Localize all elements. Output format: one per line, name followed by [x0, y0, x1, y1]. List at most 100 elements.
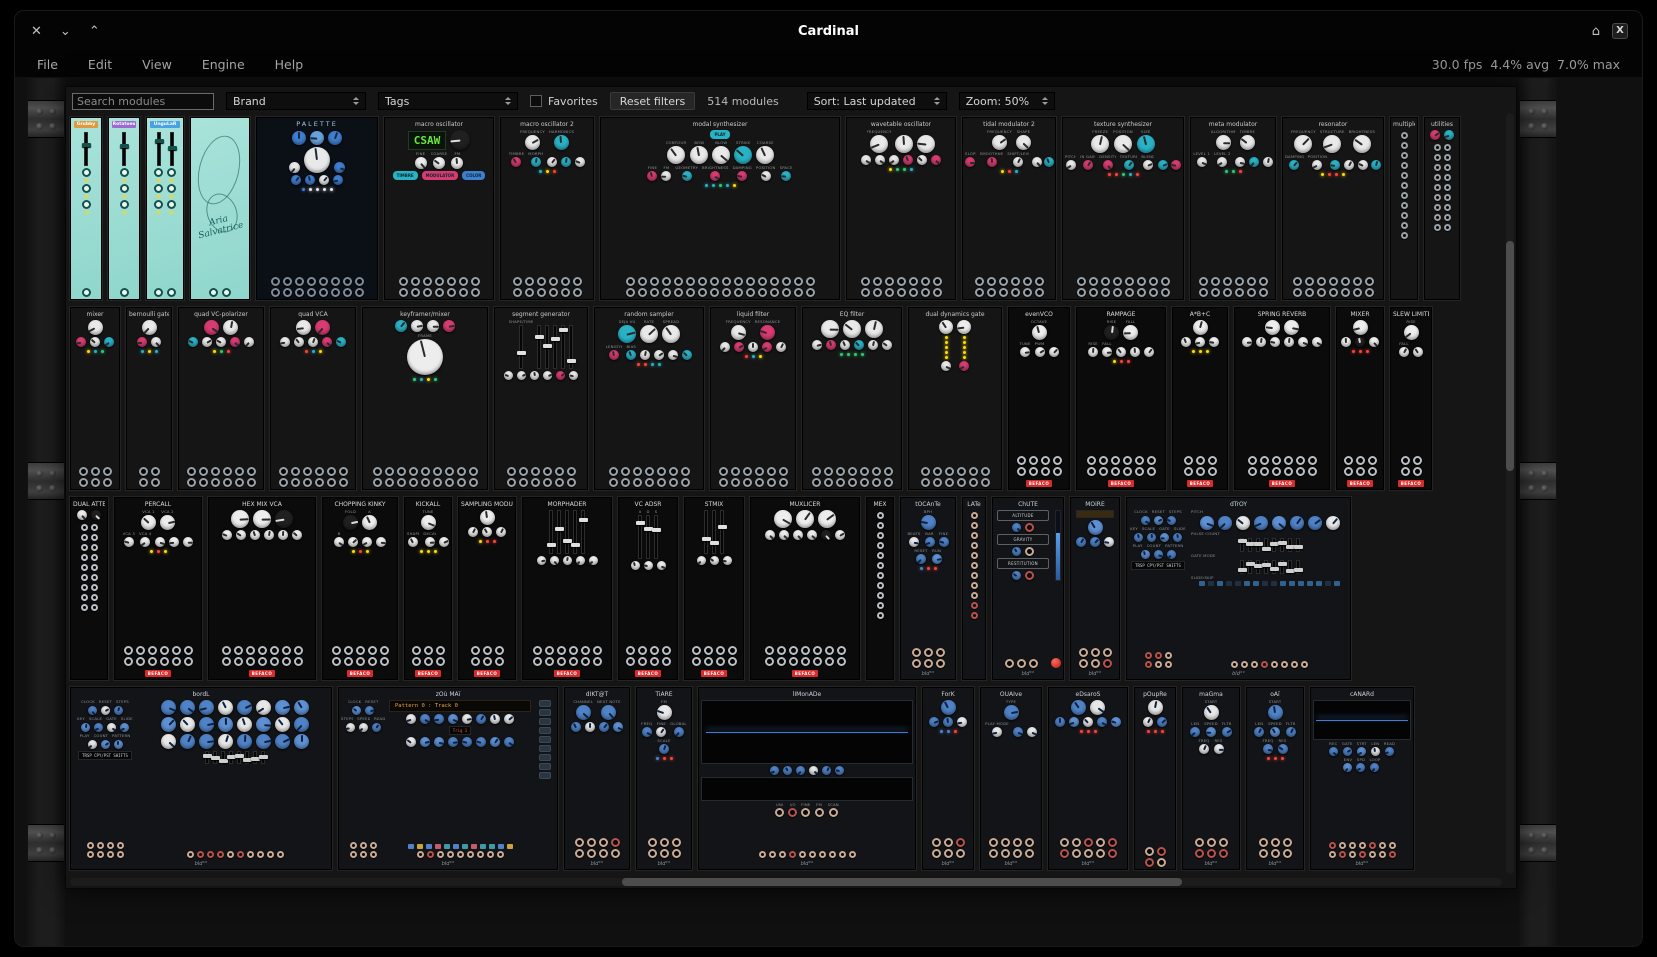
- port: [447, 288, 456, 297]
- module-card[interactable]: eDsaroSbId°°: [1048, 687, 1128, 870]
- module-card[interactable]: bordLCLOCKRESETSTEPSKEYSCALEGATESLIDEPLA…: [70, 687, 332, 870]
- port: [531, 478, 540, 487]
- module-card[interactable]: MEX: [866, 497, 894, 680]
- module-card[interactable]: Rotatoes: [108, 117, 140, 300]
- knob-cell: [1358, 160, 1368, 170]
- module-card[interactable]: SAMPLING MODULATORBEFACO: [458, 497, 516, 680]
- module-card[interactable]: RAMPAGERISEFALLRISEFALLBEFACO: [1076, 307, 1166, 490]
- module-card[interactable]: pOupRe: [1134, 687, 1176, 870]
- module-card[interactable]: zOù MAïCLOCKRESETSTEPSSPEEDREADPattern 0…: [338, 687, 558, 870]
- module-card[interactable]: keyframer/mixerFRAME: [362, 307, 488, 490]
- chevron-down-icon[interactable]: ⌄: [60, 25, 71, 38]
- module-card[interactable]: VC ADSRADSBEFACO: [618, 497, 678, 680]
- knob-pointer: [1171, 164, 1176, 167]
- module-card[interactable]: EQ filter: [802, 307, 902, 490]
- port: [1123, 467, 1132, 476]
- module-card[interactable]: MORPHADERBEFACO: [522, 497, 612, 680]
- knob-pointer: [682, 174, 687, 177]
- menu-file[interactable]: File: [37, 57, 58, 72]
- module-card[interactable]: meta modulatorALGORITHMTIMBRELEVEL 1LEVE…: [1190, 117, 1276, 300]
- module-card[interactable]: dTrOYCLOCKRESETSTEPSKEYSCALEGATESLIDEPLA…: [1126, 497, 1351, 680]
- module-card[interactable]: MOiRE bId°°: [1070, 497, 1120, 680]
- menu-help[interactable]: Help: [275, 57, 304, 72]
- chevron-up-icon[interactable]: ⌃: [89, 25, 100, 38]
- port: [1305, 277, 1314, 286]
- module-card[interactable]: oAïSTARTLENSPEEDFLTRFREQRESbId°°: [1246, 687, 1304, 870]
- home-icon[interactable]: ⌂: [1592, 25, 1600, 38]
- module-card[interactable]: wavetable oscillatorFREQUENCY: [846, 117, 956, 300]
- module-card[interactable]: quad VC-polarizer: [178, 307, 264, 490]
- knob-pointer: [905, 156, 909, 161]
- knob-cell: VCA 2: [160, 510, 175, 530]
- module-card[interactable]: PALETTE: [256, 117, 378, 300]
- module-card[interactable]: MUXLICERBEFACO: [750, 497, 860, 680]
- module-card[interactable]: CHOPPING KINKYFOLDABBEFACO: [322, 497, 398, 680]
- module-card[interactable]: PERCALLVCA 1VCA 2VCA 3VCA 4BEFACO: [114, 497, 202, 680]
- module-card[interactable]: tidal modulator 2FREQUENCYSHAPESLOPESMOO…: [962, 117, 1056, 300]
- module-card[interactable]: SPRING REVERBBEFACO: [1234, 307, 1330, 490]
- close-icon[interactable]: ✕: [31, 25, 42, 38]
- module-card[interactable]: LATe: [962, 497, 986, 680]
- x11-icon[interactable]: X: [1612, 23, 1628, 39]
- module-card[interactable]: DUAL ATTENUVERTER: [70, 497, 108, 680]
- knob-pointer: [94, 727, 99, 731]
- port: [1291, 661, 1298, 668]
- module-card[interactable]: OUAIveTYPEPLAY MODEbId°°: [980, 687, 1042, 870]
- module-card[interactable]: macro oscillatorCSAWFINECOARSEFMTIMBREMO…: [384, 117, 494, 300]
- module-card[interactable]: dIKT@TCHANNELNEXT NOTEbId°°: [564, 687, 630, 870]
- module-card[interactable]: Aria Salvatrice: [190, 117, 250, 300]
- module-card[interactable]: evenVCOOCTAVETUNEPWMBEFACO: [1008, 307, 1070, 490]
- module-card[interactable]: KICKALLTUNESHAPEDECAYBEFACO: [404, 497, 452, 680]
- module-card[interactable]: Grubby: [70, 117, 102, 300]
- module-card[interactable]: MIXERBEFACO: [1336, 307, 1384, 490]
- menu-edit[interactable]: Edit: [88, 57, 112, 72]
- module-card[interactable]: tOCAnTeBPHBEATSBARFINERESETRUNbId°°: [900, 497, 956, 680]
- module-card[interactable]: UnguLaR: [146, 117, 184, 300]
- module-card[interactable]: maGmaSTARTLENSPEEDFLTRFREQRESbId°°: [1182, 687, 1240, 870]
- module-card[interactable]: ChUTEALTITUDEGRAVITYRESTITUTIONbId°°: [992, 497, 1064, 680]
- module-card[interactable]: mixer: [70, 307, 120, 490]
- horizontal-scrollbar-thumb[interactable]: [622, 878, 1182, 886]
- knob: [1083, 160, 1093, 170]
- led-indicator: [1206, 350, 1209, 353]
- knob-cell: [1049, 347, 1059, 357]
- module-card[interactable]: quad VCA: [270, 307, 356, 490]
- module-card[interactable]: lIMonADeUNII/OFINEFMSCANbId°°: [698, 687, 916, 870]
- tags-dropdown[interactable]: Tags: [378, 92, 518, 110]
- port: [971, 532, 978, 539]
- module-card[interactable]: TiAREFMFREQFINEGLOBALSCALEbId°°: [636, 687, 692, 870]
- horizontal-scrollbar[interactable]: [70, 878, 1502, 886]
- module-card[interactable]: random samplerDEJA VURATESPREADLENGTHBIA…: [594, 307, 704, 490]
- module-card[interactable]: modal synthesizerPLAYCONTOURBOWBLOWSTRIK…: [600, 117, 840, 300]
- module-card[interactable]: ForKbId°°: [922, 687, 974, 870]
- module-card[interactable]: bernoulli gate: [126, 307, 172, 490]
- module-card[interactable]: texture synthesizerFREEZEPOSITIONSIZEPIT…: [1062, 117, 1184, 300]
- knob-pointer: [317, 328, 323, 335]
- port: [621, 478, 630, 487]
- zoom-dropdown[interactable]: Zoom: 50%: [959, 92, 1055, 110]
- param-label: BPH: [924, 510, 932, 514]
- module-card[interactable]: macro oscillator 2FREQUENCYHARMONICSTIMB…: [500, 117, 594, 300]
- module-card[interactable]: resonatorFREQUENCYSTRUCTUREBRIGHTNESSDAM…: [1282, 117, 1384, 300]
- brand-dropdown[interactable]: Brand: [226, 92, 366, 110]
- module-card[interactable]: utilities: [1424, 117, 1460, 300]
- vertical-scrollbar-thumb[interactable]: [1506, 241, 1514, 471]
- menu-view[interactable]: View: [142, 57, 172, 72]
- knob: [1090, 537, 1100, 547]
- module-card[interactable]: dual dynamics gate: [908, 307, 1002, 490]
- slider-cell: [561, 325, 565, 369]
- module-card[interactable]: SLEW LIMITERRISEFALLBEFACO: [1390, 307, 1432, 490]
- module-card[interactable]: multiples: [1390, 117, 1418, 300]
- vertical-scrollbar[interactable]: [1506, 113, 1514, 874]
- module-card[interactable]: HEX MIX VCABEFACO: [208, 497, 316, 680]
- module-card[interactable]: A*B+CBEFACO: [1172, 307, 1228, 490]
- module-card[interactable]: liquid filterFREQUENCYRESONANCE: [710, 307, 796, 490]
- reset-filters-button[interactable]: Reset filters: [610, 92, 696, 110]
- module-card[interactable]: segment generatorSHAPE/TIME: [494, 307, 588, 490]
- sort-dropdown[interactable]: Sort: Last updated: [807, 92, 947, 110]
- search-input[interactable]: [72, 93, 214, 110]
- module-card[interactable]: cANARdRECGATESTRTLENREADENVSPDLOOPbId°°: [1310, 687, 1414, 870]
- menu-engine[interactable]: Engine: [202, 57, 245, 72]
- module-card[interactable]: STMIXBEFACO: [684, 497, 744, 680]
- favorites-checkbox[interactable]: [530, 95, 542, 107]
